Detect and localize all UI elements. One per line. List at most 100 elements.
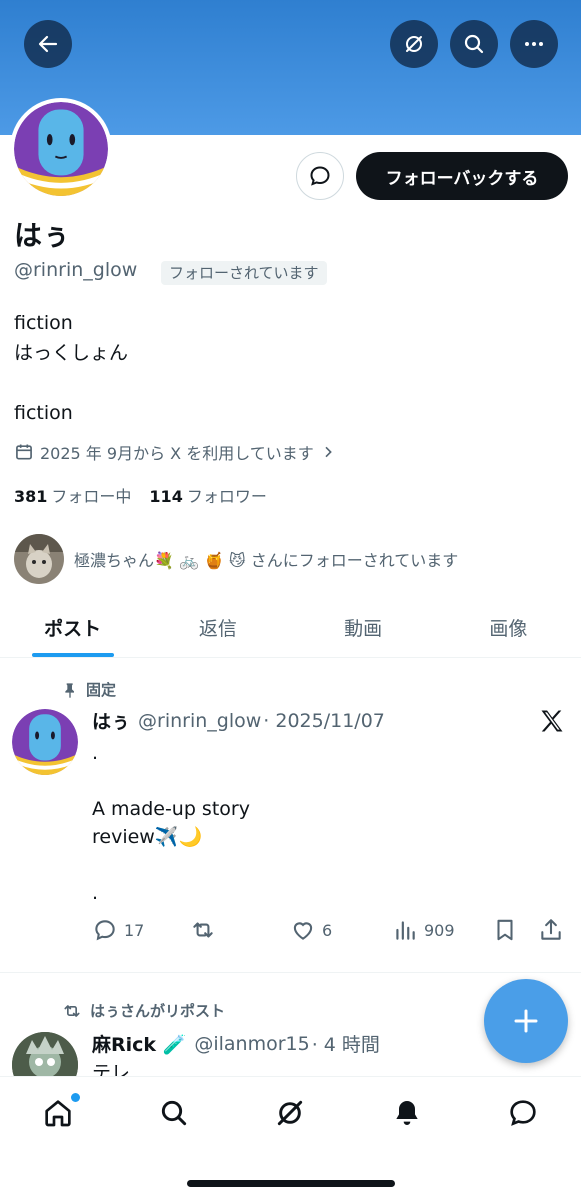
reposted-by-text: はぅさんがリポスト xyxy=(90,1002,226,1020)
bio-line xyxy=(14,368,564,398)
following-count: 381 xyxy=(14,487,48,506)
search-icon xyxy=(464,34,484,54)
bio-line: fiction xyxy=(14,402,73,424)
repost-author-avatar[interactable] xyxy=(12,1032,78,1080)
x-logo-icon xyxy=(538,707,566,739)
compose-post-button[interactable] xyxy=(484,979,568,1063)
followers-label: フォロワー xyxy=(186,487,267,506)
tab-replies[interactable]: 返信 xyxy=(145,598,290,657)
profile-tabs: ポスト 返信 動画 画像 xyxy=(0,598,581,658)
share-button[interactable] xyxy=(538,917,564,943)
following-link[interactable]: 381 フォロー中 xyxy=(14,483,131,507)
grok-icon xyxy=(277,1100,303,1126)
tab-label: ポスト xyxy=(44,618,102,640)
reply-count: 17 xyxy=(124,920,145,940)
joined-date[interactable]: 2025 年 9月から X を利用しています xyxy=(14,440,336,464)
post-date: · 2025/11/07 xyxy=(263,709,385,732)
message-bubble-icon xyxy=(310,166,330,186)
reply-button[interactable]: 17 xyxy=(92,917,144,943)
views-chart-icon xyxy=(396,921,415,940)
display-name: はぅ xyxy=(14,219,71,252)
profile-bio: fiction はっくしょん fiction xyxy=(14,308,564,428)
tab-media[interactable]: 画像 xyxy=(436,598,581,657)
nav-notifications[interactable] xyxy=(389,1095,425,1131)
active-tab-indicator xyxy=(31,653,114,657)
pin-icon xyxy=(65,682,74,698)
nav-messages[interactable] xyxy=(505,1095,541,1131)
notifications-icon xyxy=(396,1101,418,1125)
tab-label: 画像 xyxy=(489,618,528,640)
share-icon xyxy=(541,919,561,940)
more-button[interactable] xyxy=(510,20,558,68)
post-text-line: . xyxy=(92,742,99,764)
new-posts-dot xyxy=(71,1093,80,1102)
bio-line: fiction xyxy=(14,312,73,334)
post-text-line xyxy=(92,851,552,879)
search-icon xyxy=(161,1100,187,1126)
tab-videos[interactable]: 動画 xyxy=(291,598,436,657)
followers-count: 114 xyxy=(149,487,183,506)
following-label: フォロー中 xyxy=(51,487,132,506)
pinned-label: 固定 xyxy=(86,681,117,699)
follow-back-button[interactable]: フォローバックする xyxy=(356,152,568,200)
profile-avatar[interactable] xyxy=(10,98,112,200)
post-author-handle[interactable]: @rinrin_glow xyxy=(138,710,261,732)
heart-icon xyxy=(293,922,313,940)
repost-button[interactable] xyxy=(190,917,222,943)
chevron-right-icon xyxy=(325,446,332,458)
bookmark-button[interactable] xyxy=(492,917,518,943)
back-button[interactable] xyxy=(24,20,72,68)
follows-you-badge: フォローされています xyxy=(161,261,327,285)
repost-author-handle[interactable]: @ilanmor15 xyxy=(194,1033,309,1055)
post-text-line: . xyxy=(92,882,99,904)
grok-button[interactable] xyxy=(390,20,438,68)
avatar-image xyxy=(14,102,108,196)
nav-home[interactable] xyxy=(40,1093,80,1131)
repost-icon xyxy=(193,922,213,938)
joined-text: 2025 年 9月から X を利用しています xyxy=(40,444,314,463)
post-author-name[interactable]: はぅ xyxy=(92,707,130,734)
nav-search[interactable] xyxy=(156,1095,192,1131)
post-author-avatar[interactable] xyxy=(12,709,78,775)
post-header: はぅ @rinrin_glow · 2025/11/07 xyxy=(92,707,385,734)
tab-label: 動画 xyxy=(344,618,383,640)
followers-link[interactable]: 114 フォロワー xyxy=(149,483,266,507)
more-icon xyxy=(525,42,543,46)
messages-icon xyxy=(510,1100,536,1126)
views-button[interactable]: 909 xyxy=(392,917,455,943)
post-text: . A made-up story review✈️🌙 . xyxy=(92,739,552,907)
repost-time: · 4 時間 xyxy=(311,1034,380,1056)
like-button[interactable]: 6 xyxy=(290,917,332,943)
followed-by-row[interactable]: 極濃ちゃん💐 🚲 🍯 😼 さんにフォローされています xyxy=(14,534,458,584)
repost-icon xyxy=(64,1004,80,1017)
repost-header: 麻Rick 🧪 @ilanmor15 · 4 時間 xyxy=(92,1030,380,1057)
grok-icon xyxy=(406,36,422,52)
calendar-icon xyxy=(16,444,32,460)
tab-posts[interactable]: ポスト xyxy=(0,598,145,657)
pinned-post[interactable]: 固定 はぅ @rinrin_glow · 2025/11/07 . A made… xyxy=(0,659,581,973)
plus-icon xyxy=(514,1009,538,1033)
follower-avatar xyxy=(14,534,64,584)
bio-line: はっくしょん xyxy=(14,342,129,364)
follow-stats: 381 フォロー中 114 フォロワー xyxy=(14,483,267,507)
post-actions: 17 6 909 xyxy=(92,917,567,945)
post-text-line: review✈️🌙 xyxy=(92,826,203,848)
repost-author-name[interactable]: 麻Rick 🧪 xyxy=(92,1030,186,1057)
post-text-line: A made-up story xyxy=(92,798,250,820)
reposted-by-indicator: はぅさんがリポスト xyxy=(62,1000,225,1021)
post-text-line xyxy=(92,767,552,795)
arrow-left-icon xyxy=(38,35,58,53)
home-icon xyxy=(45,1100,71,1127)
followed-by-text: 極濃ちゃん💐 🚲 🍯 😼 さんにフォローされています xyxy=(74,551,459,570)
search-button[interactable] xyxy=(450,20,498,68)
pinned-indicator: 固定 xyxy=(62,679,116,700)
views-count: 909 xyxy=(424,920,455,940)
home-indicator xyxy=(187,1180,395,1187)
like-count: 6 xyxy=(322,920,333,940)
reply-icon xyxy=(95,920,115,941)
profile-handle: @rinrin_glow xyxy=(14,259,138,281)
tab-label: 返信 xyxy=(198,618,237,640)
message-button[interactable] xyxy=(296,152,344,200)
nav-grok[interactable] xyxy=(272,1095,308,1131)
bookmark-icon xyxy=(497,919,513,941)
